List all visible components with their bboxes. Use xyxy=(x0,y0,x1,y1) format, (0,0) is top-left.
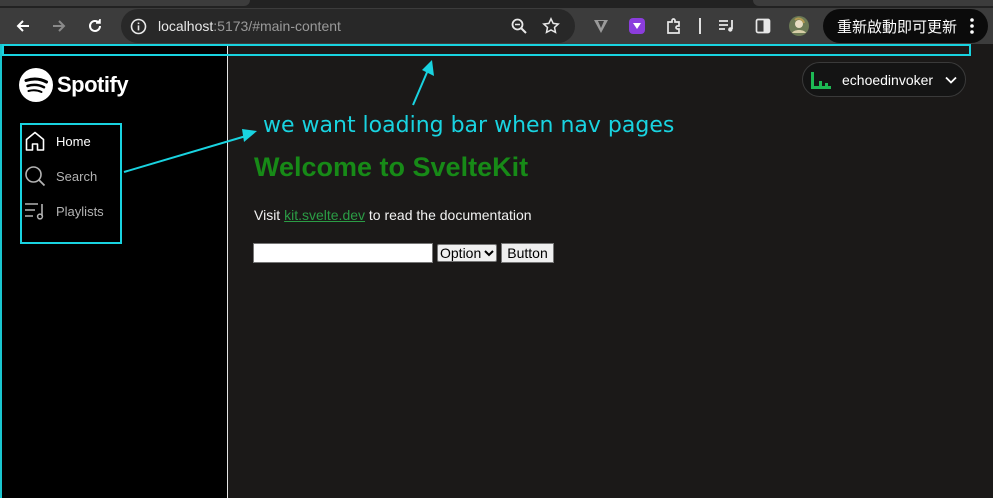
toolbar-separator xyxy=(699,18,701,34)
zoom-icon[interactable] xyxy=(510,17,528,35)
annotation-sidebar-edge xyxy=(0,44,2,498)
url-text[interactable]: localhost:5173/#main-content xyxy=(158,18,341,34)
user-name: echoedinvoker xyxy=(842,72,934,88)
address-bar[interactable]: localhost:5173/#main-content xyxy=(121,9,575,43)
visit-prefix: Visit xyxy=(254,207,281,223)
url-host: localhost xyxy=(158,18,214,34)
sidebar: Spotify Home Search Playlists xyxy=(0,44,228,498)
annotation-text: we want loading bar when nav pages xyxy=(263,113,675,138)
back-icon[interactable] xyxy=(11,14,35,38)
update-label: 重新啟動即可更新 xyxy=(837,17,958,36)
extensions-puzzle-icon[interactable] xyxy=(664,16,684,36)
annotation-nav-box xyxy=(20,123,122,244)
demo-form: Option Button xyxy=(253,243,554,263)
screen: localhost:5173/#main-content 重新啟動即可更新 Sp… xyxy=(0,0,993,498)
profile-avatar-icon[interactable] xyxy=(789,16,809,36)
browser-tab[interactable] xyxy=(0,0,250,6)
page-title: Welcome to SvelteKit xyxy=(254,152,529,182)
annotation-loading-bar-box xyxy=(2,44,971,56)
text-input[interactable] xyxy=(253,243,433,263)
spotify-logo[interactable]: Spotify xyxy=(19,68,129,102)
user-avatar-icon xyxy=(811,72,831,89)
chevron-down-icon xyxy=(945,76,957,84)
demo-button[interactable]: Button xyxy=(501,243,554,263)
browser-toolbar: localhost:5173/#main-content 重新啟動即可更新 xyxy=(0,8,993,44)
purple-extension-icon[interactable] xyxy=(627,16,647,36)
restart-to-update-button[interactable]: 重新啟動即可更新 xyxy=(823,9,988,43)
media-control-icon[interactable] xyxy=(717,16,737,36)
spotify-wordmark: Spotify xyxy=(57,72,129,97)
visit-suffix: to read the documentation xyxy=(368,207,532,223)
browser-tab-strip xyxy=(0,0,993,8)
url-path: :5173/#main-content xyxy=(213,18,341,34)
select-value: Option xyxy=(440,245,482,261)
chevron-down-icon xyxy=(484,250,494,257)
spotify-logo-icon xyxy=(19,68,53,102)
bookmark-star-icon[interactable] xyxy=(542,17,560,35)
option-select[interactable]: Option xyxy=(437,244,498,262)
docs-link[interactable]: kit.svelte.dev xyxy=(284,207,365,223)
reload-icon[interactable] xyxy=(83,14,107,38)
side-panel-icon[interactable] xyxy=(753,16,773,36)
more-menu-icon[interactable] xyxy=(970,18,974,34)
user-menu-button[interactable]: echoedinvoker xyxy=(802,62,966,97)
documentation-line: Visit kit.svelte.dev to read the documen… xyxy=(254,207,532,223)
vpn-extension-icon[interactable] xyxy=(591,16,611,36)
forward-icon[interactable] xyxy=(47,14,71,38)
site-info-icon[interactable] xyxy=(130,18,147,35)
browser-tab[interactable] xyxy=(753,0,993,6)
